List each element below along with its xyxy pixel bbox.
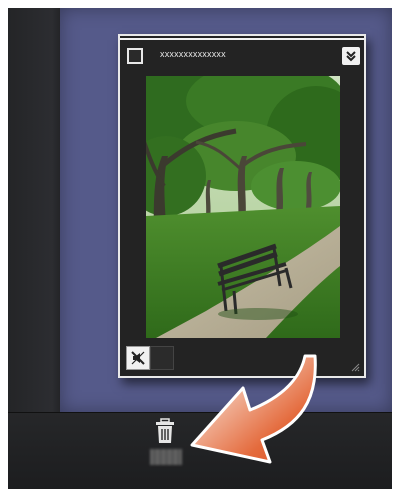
chevron-double-down-icon	[346, 51, 356, 62]
muted-speaker-icon	[131, 351, 145, 365]
left-sidebar	[8, 8, 60, 412]
trash-icon[interactable]	[154, 418, 176, 444]
resize-grip-icon[interactable]	[350, 362, 360, 372]
expand-button[interactable]	[342, 47, 360, 65]
mute-button[interactable]	[126, 346, 150, 370]
card-header: xxxxxxxxxxxxxx	[120, 38, 364, 70]
trash-label	[150, 449, 182, 465]
park-bench-image	[146, 76, 340, 338]
footer-slot	[150, 346, 174, 370]
select-checkbox[interactable]	[127, 48, 143, 64]
card-title: xxxxxxxxxxxxxx	[160, 49, 226, 59]
media-card[interactable]: xxxxxxxxxxxxxx	[118, 34, 366, 378]
park-photo	[146, 76, 340, 338]
bottom-toolbar	[8, 412, 392, 489]
card-footer	[126, 346, 174, 370]
